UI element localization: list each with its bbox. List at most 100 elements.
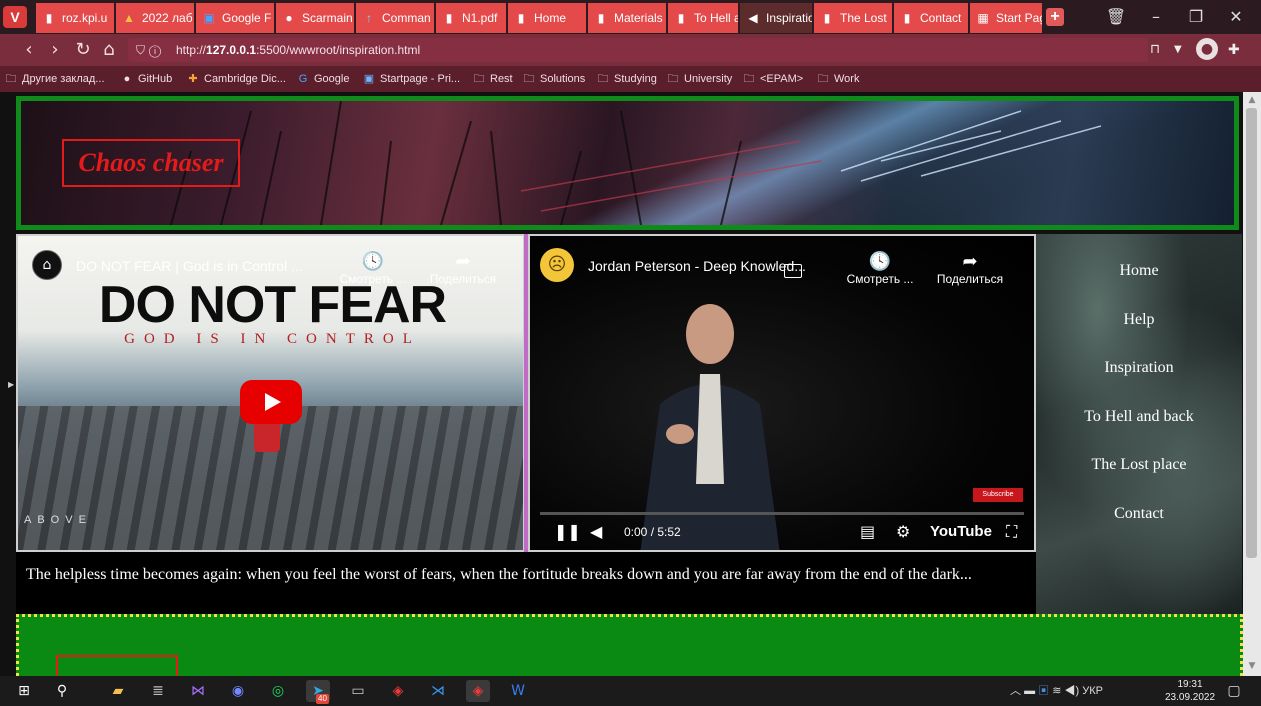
app-tray-icon[interactable]: ▣ bbox=[1038, 685, 1049, 697]
video-jordan-peterson[interactable]: ☹ Jordan Peterson - Deep Knowled... 🕓 Смо… bbox=[528, 234, 1036, 552]
video-do-not-fear[interactable]: DO NOT FEAR GOD IS IN CONTROL ⌂ DO NOT F… bbox=[16, 234, 525, 552]
tab-materials[interactable]: ▮ Materials bbox=[588, 3, 666, 33]
bookmark-cambridge[interactable]: ✚ Cambridge Dic... bbox=[186, 66, 286, 92]
scrollbar-thumb[interactable] bbox=[1246, 108, 1257, 558]
trash-icon[interactable]: 🗑 bbox=[1096, 4, 1136, 30]
subscribe-watermark[interactable]: Subscribe bbox=[973, 488, 1023, 502]
language-indicator[interactable]: УКР bbox=[1082, 685, 1103, 697]
drive-icon: ▲ bbox=[123, 11, 135, 25]
nav-to-hell-and-back[interactable]: To Hell and back bbox=[1036, 406, 1242, 428]
github-icon: ● bbox=[285, 11, 293, 25]
bookmark-rest[interactable]: 🗀 Rest bbox=[472, 66, 513, 92]
visual-studio-icon[interactable]: ⋈ bbox=[186, 680, 210, 702]
settings-icon[interactable]: ⚙ bbox=[896, 522, 910, 542]
search-icon[interactable]: ⚲ bbox=[50, 680, 74, 702]
expand-arrow-icon[interactable]: ▶ bbox=[8, 380, 14, 390]
channel-avatar[interactable]: ⌂ bbox=[32, 250, 62, 280]
scroll-up-icon[interactable]: ▲ bbox=[1243, 94, 1261, 106]
windows-start-icon[interactable]: ⊞ bbox=[12, 680, 36, 702]
vivaldi-active-icon[interactable]: ◈ bbox=[466, 680, 490, 702]
tab-n1-pdf[interactable]: ▮ N1.pdf bbox=[436, 3, 506, 33]
spotify-icon[interactable]: ◎ bbox=[266, 680, 290, 702]
watch-later-button[interactable]: 🕓 Смотреть ... bbox=[333, 251, 413, 287]
notification-icon[interactable]: ▢ bbox=[1222, 680, 1246, 702]
video-title[interactable]: DO NOT FEAR | God is in Control ... bbox=[76, 258, 303, 274]
youtube-play-icon[interactable] bbox=[240, 380, 302, 424]
nav-help[interactable]: Help bbox=[1036, 309, 1242, 331]
tab-scarmain[interactable]: ● Scarmain bbox=[276, 3, 354, 33]
youtube-logo[interactable]: YouTube bbox=[930, 522, 992, 542]
discord-icon[interactable]: ◉ bbox=[226, 680, 250, 702]
bookmark-solutions[interactable]: 🗀 Solutions bbox=[522, 66, 586, 92]
chevron-up-icon[interactable]: ︿ bbox=[1010, 685, 1021, 697]
bookmark-startpage[interactable]: ▣ Startpage - Pri... bbox=[362, 66, 460, 92]
nav-home[interactable]: Home bbox=[1036, 260, 1242, 282]
folder-icon: 🗀 bbox=[817, 73, 829, 85]
nav-inspiration[interactable]: Inspiration bbox=[1036, 357, 1242, 379]
nav-contact[interactable]: Contact bbox=[1036, 503, 1242, 525]
nav-the-lost-place[interactable]: The Lost place bbox=[1036, 454, 1242, 476]
terminal-icon[interactable]: ▭ bbox=[346, 680, 370, 702]
share-button[interactable]: ➦ Поделиться bbox=[930, 252, 1010, 287]
home-icon[interactable]: ⌂ bbox=[96, 36, 122, 64]
subtitles-icon[interactable]: ▤ bbox=[860, 522, 875, 542]
miniplayer-icon[interactable] bbox=[784, 264, 802, 278]
tab-contact[interactable]: ▮ Contact bbox=[894, 3, 968, 33]
tab-start-page[interactable]: ▦ Start Pag bbox=[970, 3, 1042, 33]
bookmark-icon[interactable]: ⊓ bbox=[1150, 38, 1160, 62]
folder-icon: 🗀 bbox=[667, 73, 679, 85]
page-icon: ▮ bbox=[597, 11, 605, 25]
chevron-down-icon[interactable]: ▼ bbox=[1174, 38, 1182, 62]
back-icon[interactable]: ‹ bbox=[16, 36, 42, 64]
tab-to-hell[interactable]: ▮ To Hell a bbox=[668, 3, 738, 33]
share-icon: ➦ bbox=[455, 251, 471, 272]
word-icon[interactable]: W bbox=[506, 680, 530, 702]
video-progress-bar[interactable] bbox=[540, 512, 1024, 515]
speaker-icon: ◀ bbox=[748, 11, 758, 25]
vscode-icon[interactable]: ⋊ bbox=[426, 680, 450, 702]
database-icon[interactable]: ≣ bbox=[146, 680, 170, 702]
scroll-down-icon[interactable]: ▼ bbox=[1243, 660, 1261, 672]
tab-roz-kpi[interactable]: ▮ roz.kpi.u bbox=[36, 3, 114, 33]
profile-avatar[interactable]: ● bbox=[1196, 38, 1218, 60]
shield-icon[interactable]: ⛉ ⓘ bbox=[136, 38, 161, 62]
reload-icon[interactable]: ↻ bbox=[70, 36, 96, 64]
bookmark-work[interactable]: 🗀 Work bbox=[816, 66, 860, 92]
watch-later-button[interactable]: 🕓 Смотреть ... bbox=[840, 252, 920, 287]
bookmark-github[interactable]: ● GitHub bbox=[120, 66, 173, 92]
tab-home[interactable]: ▮ Home bbox=[508, 3, 586, 33]
tab-2022-lab[interactable]: ▲ 2022 лаб bbox=[116, 3, 194, 33]
close-icon[interactable]: ✕ bbox=[1216, 4, 1256, 30]
share-button[interactable]: ➦ Поделиться bbox=[423, 251, 503, 287]
bookmark-epam[interactable]: 🗀 <EPAM> bbox=[742, 66, 804, 92]
volume-icon[interactable]: ◀ bbox=[590, 522, 602, 542]
tab-the-lost[interactable]: ▮ The Lost bbox=[814, 3, 892, 33]
startpage-icon: ▣ bbox=[363, 73, 375, 85]
fullscreen-icon[interactable]: ⛶ bbox=[1006, 522, 1017, 542]
bookmark-google[interactable]: G Google bbox=[296, 66, 350, 92]
clock-icon: 🕓 bbox=[361, 251, 385, 272]
network-icon[interactable]: ▬ bbox=[1024, 685, 1035, 697]
new-tab-icon[interactable]: + bbox=[1046, 8, 1064, 26]
tab-google-forms[interactable]: ▣ Google F bbox=[196, 3, 274, 33]
bookmark-other[interactable]: 🗀 Другие заклад... bbox=[4, 66, 105, 92]
bookmark-studying[interactable]: 🗀 Studying bbox=[596, 66, 657, 92]
site-logo[interactable]: Chaos chaser bbox=[62, 139, 240, 187]
video-title[interactable]: Jordan Peterson - Deep Knowled... bbox=[588, 258, 806, 274]
extensions-icon[interactable]: ✚ bbox=[1228, 38, 1240, 62]
bookmark-university[interactable]: 🗀 University bbox=[666, 66, 733, 92]
file-explorer-icon[interactable]: ▰ bbox=[106, 680, 130, 702]
forward-icon[interactable]: › bbox=[42, 36, 68, 64]
vivaldi-menu-icon[interactable]: V bbox=[3, 6, 27, 28]
wifi-icon[interactable]: ≋ bbox=[1052, 685, 1061, 697]
pause-icon[interactable]: ❚❚ bbox=[554, 522, 581, 542]
tab-commands[interactable]: ↑ Comman bbox=[356, 3, 434, 33]
vivaldi-icon[interactable]: ◈ bbox=[386, 680, 410, 702]
taskbar-clock[interactable]: 19:31 23.09.2022 bbox=[1165, 678, 1215, 704]
restore-icon[interactable]: ❐ bbox=[1176, 4, 1216, 30]
tab-inspiration[interactable]: ◀ Inspiratio bbox=[740, 3, 812, 33]
time-display: 0:00 / 5:52 bbox=[624, 525, 681, 539]
volume-tray-icon[interactable]: ◀) bbox=[1064, 685, 1079, 697]
channel-avatar[interactable]: ☹ bbox=[540, 248, 574, 282]
minimize-icon[interactable]: – bbox=[1136, 4, 1176, 30]
